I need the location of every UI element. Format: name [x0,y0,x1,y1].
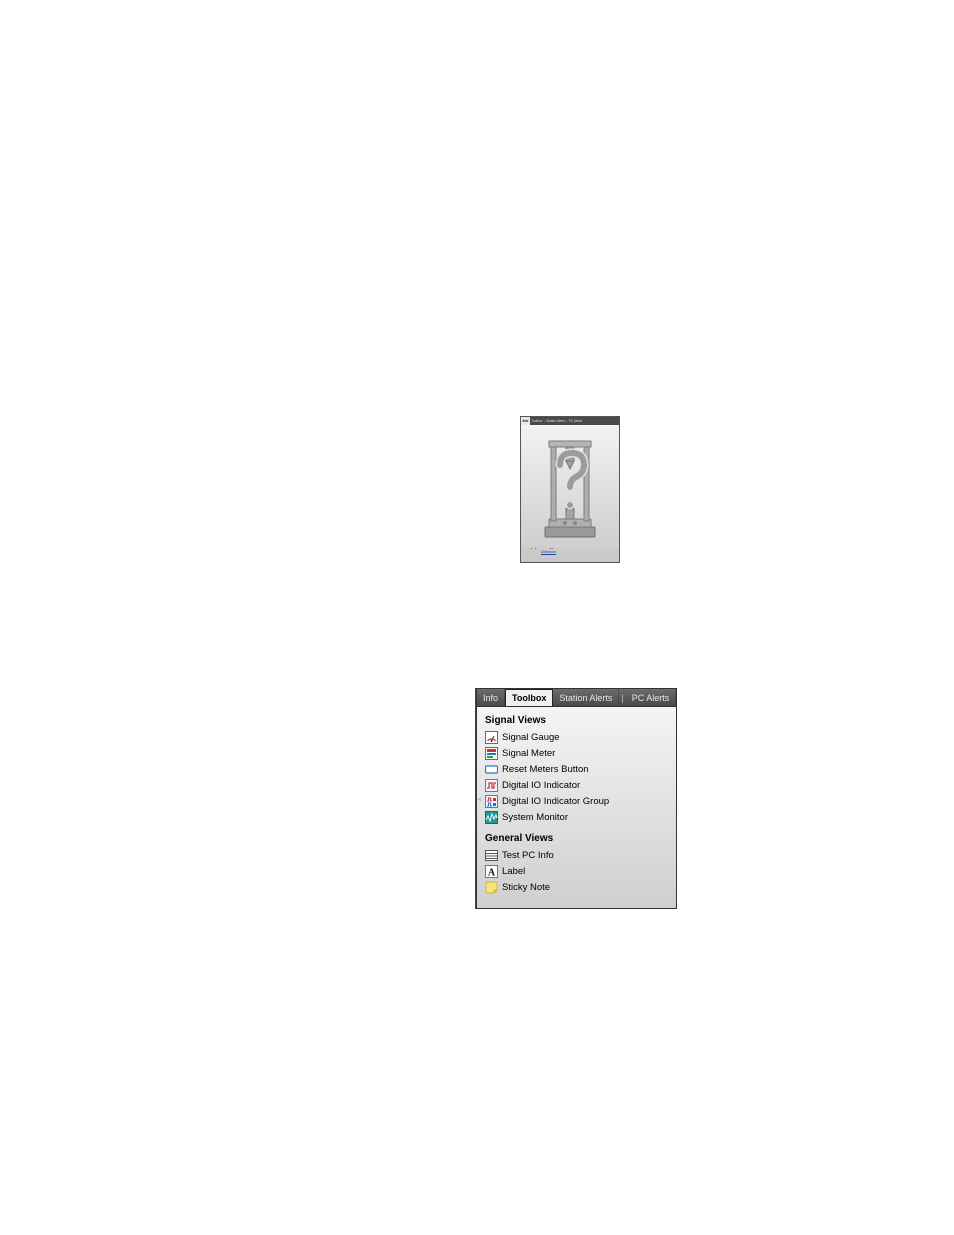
collapse-gutter[interactable]: ◂ [475,688,476,909]
signal-meter-icon [485,747,498,760]
toolbox-item-signal-gauge[interactable]: Signal Gauge [485,729,672,745]
toolbox-item-reset-meters-button[interactable]: Reset Meters Button [485,761,672,777]
test-rig-unknown-icon [539,431,601,541]
toolbox-item-label: Reset Meters Button [502,764,589,775]
reset-meters-button-icon [485,763,498,776]
toolbox-item-label: Label [502,866,525,877]
toolbox-item-label: Signal Meter [502,748,555,759]
signal-views-title: Signal Views [485,715,672,726]
toolbox-item-digital-io-indicator[interactable]: Digital IO Indicator [485,777,672,793]
toolbox-body: Signal Views Signal Gauge Signal Mete [477,707,676,908]
equipment-preview [521,425,619,548]
toolbox-item-label: Sticky Note [502,882,550,893]
toolbox-item-label: Digital IO Indicator [502,780,580,791]
toolbox-item-label: Signal Gauge [502,732,560,743]
test-pc-info-icon [485,849,498,862]
tab-pc-alerts[interactable]: PC Alerts [567,417,583,425]
label-text-icon: A [485,865,498,878]
toolbox-item-label: Digital IO Indicator Group [502,796,609,807]
toolbox-item-label: Test PC Info [502,850,554,861]
info-panel: Info Toolbox | Station Alerts | PC Alert… [520,416,620,563]
toolbox-item-system-monitor[interactable]: System Monitor [485,809,672,825]
tab-station-alerts[interactable]: Station Alerts [553,689,619,706]
toolbox-item-digital-io-indicator-group[interactable]: Digital IO Indicator Group [485,793,672,809]
sticky-note-icon [485,881,498,894]
tab-toolbox[interactable]: Toolbox [530,417,544,425]
svg-text:A: A [488,867,496,878]
toolbox-item-label: System Monitor [502,812,568,823]
tab-pc-alerts[interactable]: PC Alerts [626,689,677,706]
toolbox-panel: Info Toolbox Station Alerts | PC Alerts … [476,688,677,909]
collapse-arrow-icon: ◂ [477,794,481,803]
tab-toolbox[interactable]: Toolbox [505,689,553,706]
equipment-type-link[interactable]: Unknown [521,550,619,555]
toolbox-item-sticky-note[interactable]: Sticky Note [485,879,672,895]
toolbox-item-signal-meter[interactable]: Signal Meter [485,745,672,761]
signal-gauge-icon [485,731,498,744]
tab-bar: Info Toolbox Station Alerts | PC Alerts [477,689,676,707]
toolbox-item-test-pc-info[interactable]: Test PC Info [485,847,672,863]
tab-info[interactable]: Info [521,417,530,425]
tab-info[interactable]: Info [477,689,505,706]
digital-io-indicator-group-icon [485,795,498,808]
toolbox-item-label[interactable]: A Label [485,863,672,879]
system-monitor-icon [485,811,498,824]
general-views-title: General Views [485,833,672,844]
tab-station-alerts[interactable]: Station Alerts [545,417,567,425]
toolbox-panel-container: ◂ Info Toolbox Station Alerts | PC Alert… [475,688,672,909]
tab-bar: Info Toolbox | Station Alerts | PC Alert… [521,417,619,425]
digital-io-indicator-icon [485,779,498,792]
